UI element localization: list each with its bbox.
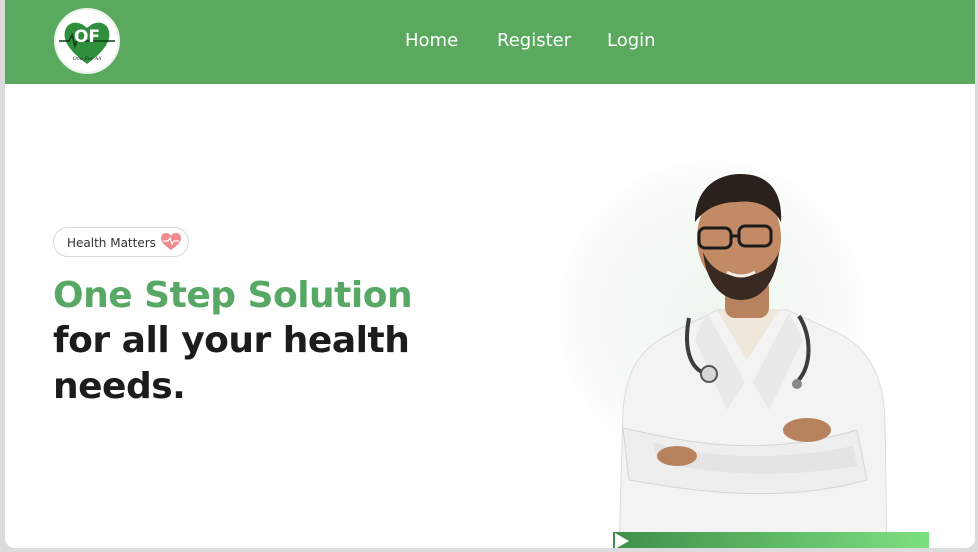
health-matters-badge: Health Matters (53, 227, 189, 257)
nav-register-link[interactable]: Register (497, 30, 571, 51)
headline-rest: for all your health needs. (53, 320, 410, 407)
headline-highlight: One Step Solution (53, 275, 413, 316)
main-nav: Home Register Login (5, 0, 975, 84)
doctor-illustration (618, 174, 888, 548)
bottom-green-banner (613, 532, 929, 548)
hero-doctor-image (557, 160, 937, 548)
top-navbar: OF One For All Home Register Login (5, 0, 975, 84)
nav-login-link[interactable]: Login (607, 30, 656, 51)
hero-headline: One Step Solution for all your health ne… (53, 274, 413, 410)
heart-icon (161, 233, 181, 250)
badge-label: Health Matters (67, 236, 156, 250)
nav-home-link[interactable]: Home (405, 30, 458, 51)
arrow-right-icon (615, 533, 629, 548)
page-frame: OF One For All Home Register Login Healt… (5, 0, 975, 548)
